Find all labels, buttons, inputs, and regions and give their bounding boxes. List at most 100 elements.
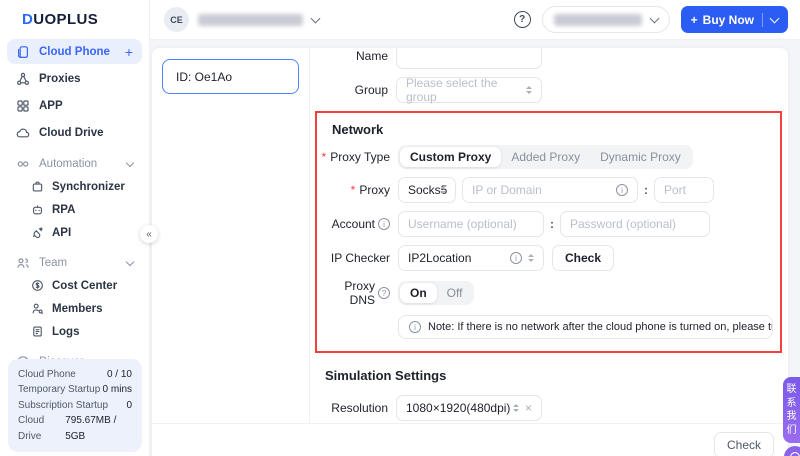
password-input[interactable] (570, 217, 700, 231)
rpa-robot-icon (31, 203, 44, 216)
sidebar-section-automation[interactable]: Automation (7, 153, 142, 175)
network-section-title: Network (332, 122, 780, 137)
select-caret-icon (513, 404, 519, 412)
logo-letter: D (22, 11, 33, 28)
check-proxy-button[interactable]: Check (552, 245, 614, 271)
protocol-select[interactable]: Socks5 (398, 177, 456, 203)
buy-now-button[interactable]: + Buy Now (681, 6, 788, 33)
contact-us-tab[interactable]: 联 系 我 们 (783, 377, 800, 443)
stat-value: 0 / 10 (107, 367, 132, 383)
account-name-redacted (554, 14, 642, 26)
simulation-settings-title: Simulation Settings (325, 368, 788, 383)
question-icon: ? (378, 287, 390, 299)
app-window: DUOPLUS Cloud Phone + Proxies APP Cloud … (0, 0, 800, 456)
check-button[interactable]: Check (714, 432, 774, 456)
collapse-icon: « (146, 229, 152, 240)
chat-bubble-icon[interactable] (784, 446, 800, 456)
sidebar-item-label: Proxies (39, 73, 81, 85)
sidebar-item-cloud-phone[interactable]: Cloud Phone + (7, 39, 142, 64)
stat-label: Temporary Startup (18, 382, 100, 398)
add-cloud-phone-icon[interactable]: + (125, 44, 133, 60)
sidebar-item-synchronizer[interactable]: Synchronizer (0, 175, 149, 198)
group-row: Group Please select the group (310, 77, 788, 103)
sidebar-item-label: Cloud Drive (39, 127, 104, 139)
proxy-type-label: *Proxy Type (317, 150, 390, 164)
username-input[interactable] (408, 217, 534, 231)
sidebar-item-cloud-drive[interactable]: Cloud Drive (7, 120, 142, 145)
logs-icon (31, 325, 44, 338)
stat-row: Cloud Drive795.67MB / 5GB (18, 413, 132, 444)
content-area: ID: Oe1Ao Name Group Please select the g… (150, 40, 800, 456)
sidebar-item-api[interactable]: API (0, 221, 149, 244)
proxy-type-option-added[interactable]: Added Proxy (501, 147, 590, 167)
contact-widget: 联 系 我 们 (783, 377, 800, 456)
proxy-dns-label: Proxy DNS? (317, 279, 390, 307)
proxy-type-row: *Proxy Type Custom Proxy Added Proxy Dyn… (317, 145, 780, 169)
sidebar-item-label: Members (52, 303, 103, 315)
sidebar-item-cost-center[interactable]: Cost Center (0, 274, 149, 297)
account-label: Accounti (317, 217, 390, 231)
port-input[interactable] (664, 183, 704, 197)
panel-body: ID: Oe1Ao Name Group Please select the g… (152, 48, 788, 423)
sidebar: DUOPLUS Cloud Phone + Proxies APP Cloud … (0, 0, 150, 456)
sidebar-item-label: RPA (52, 204, 75, 216)
required-mark: * (322, 150, 327, 164)
sidebar-section-label: Automation (39, 158, 97, 170)
device-card-selected[interactable]: ID: Oe1Ao (162, 59, 299, 94)
chevron-down-icon[interactable] (311, 13, 321, 23)
sidebar-item-rpa[interactable]: RPA (0, 198, 149, 221)
chevron-down-icon (649, 13, 659, 23)
device-list-column: ID: Oe1Ao (152, 48, 310, 423)
group-select[interactable]: Please select the group (396, 77, 542, 103)
synchronizer-icon (31, 180, 44, 193)
ip-checker-select[interactable]: IP2Location i (398, 245, 544, 271)
sidebar-item-label: Cloud Phone (39, 46, 110, 58)
colon-separator: : (550, 217, 554, 231)
ip-checker-label: IP Checker (317, 251, 390, 265)
name-input-wrap (396, 48, 542, 69)
sidebar-item-logs[interactable]: Logs (0, 320, 149, 343)
sidebar-item-label: Logs (52, 326, 79, 338)
clear-icon[interactable]: × (525, 401, 532, 415)
resolution-select[interactable]: 1080×1920(480dpi) × (396, 395, 542, 421)
chevron-down-icon (126, 257, 134, 265)
proxy-dns-on[interactable]: On (400, 283, 437, 303)
username-input-wrap (398, 211, 544, 237)
sidebar-collapse-button[interactable]: « (140, 225, 158, 243)
contact-char: 我 (787, 411, 797, 424)
stat-value: 795.67MB / 5GB (65, 413, 132, 444)
sidebar-item-app[interactable]: APP (7, 93, 142, 118)
workspace-avatar[interactable]: CE (164, 7, 189, 32)
contact-char: 们 (787, 425, 797, 438)
stat-value: 0 mins (103, 382, 132, 398)
ip-input-wrap: i (462, 177, 638, 203)
cloud-icon (16, 126, 30, 140)
help-icon[interactable]: ? (514, 11, 531, 28)
logo-text: UOPLUS (33, 11, 98, 28)
sidebar-section-team[interactable]: Team (7, 252, 142, 274)
name-input[interactable] (406, 49, 532, 63)
sidebar-item-members[interactable]: Members (0, 297, 149, 320)
automation-icon (16, 157, 30, 171)
sidebar-item-proxies[interactable]: Proxies (7, 66, 142, 91)
proxies-icon (16, 72, 30, 86)
proxy-type-option-custom[interactable]: Custom Proxy (400, 147, 501, 167)
account-dropdown[interactable] (542, 6, 670, 33)
contact-char: 联 (787, 384, 797, 397)
contact-char: 系 (787, 398, 797, 411)
ip-domain-input[interactable] (472, 183, 610, 197)
stat-row: Temporary Startup0 mins (18, 382, 132, 398)
proxy-label: *Proxy (317, 183, 390, 197)
stat-label: Subscription Startup (18, 398, 108, 414)
sidebar-item-label: Cost Center (52, 280, 117, 292)
quota-stats-panel: Cloud Phone0 / 10 Temporary Startup0 min… (8, 359, 142, 453)
proxy-type-option-dynamic[interactable]: Dynamic Proxy (590, 147, 691, 167)
sidebar-section-label: Team (39, 257, 67, 269)
chevron-down-icon[interactable] (770, 13, 780, 23)
proxy-dns-row: Proxy DNS? On Off (317, 279, 780, 307)
required-mark: * (351, 183, 356, 197)
sidebar-item-label: API (52, 227, 71, 239)
proxy-dns-off[interactable]: Off (437, 283, 473, 303)
proxy-dns-toggle: On Off (398, 281, 474, 305)
stat-row: Subscription Startup0 (18, 398, 132, 414)
